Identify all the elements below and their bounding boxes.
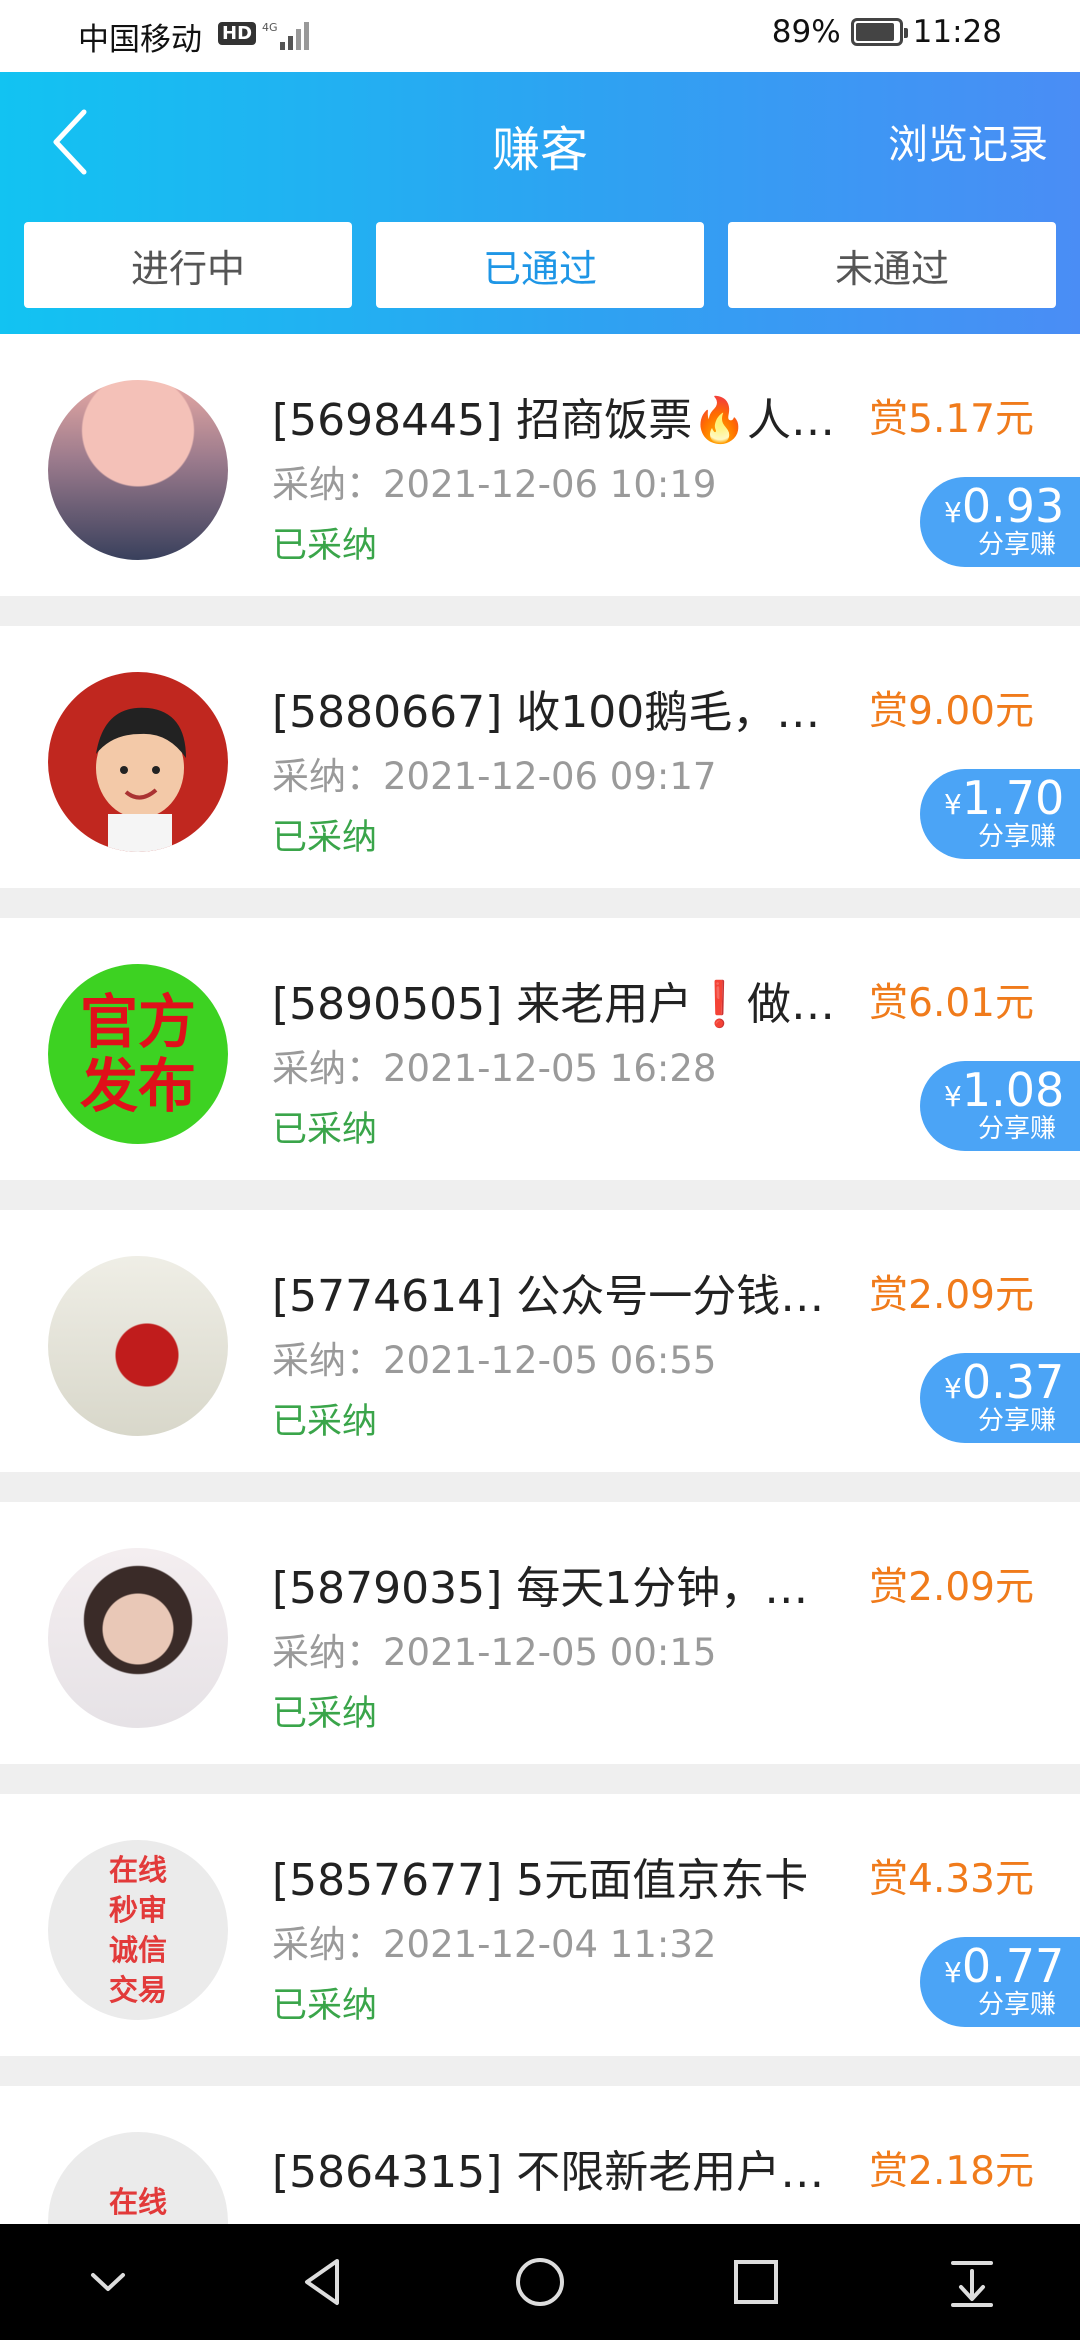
list-item[interactable]: 在线 秒审 诚信 交易 [5857677] 5元面值京东卡 采纳：2021-12… (0, 1794, 1080, 2056)
status-label: 已采纳 (272, 1986, 378, 2026)
share-earn-button[interactable]: ¥1.08 分享赚 (920, 1061, 1080, 1151)
signal-icon: 4G (262, 21, 309, 50)
browse-history-link[interactable]: 浏览记录 (888, 112, 1048, 170)
download-icon[interactable] (937, 2247, 1007, 2317)
status-bar: 中国移动 HD 4G 89% 11:28 (0, 0, 1080, 72)
share-earn-button[interactable]: ¥0.77 分享赚 (920, 1937, 1080, 2027)
cartoon-avatar-icon (96, 707, 186, 852)
status-right: 89% 11:28 (772, 14, 1002, 50)
tab-rejected[interactable]: 未通过 (728, 222, 1056, 308)
currency-symbol: ¥ (944, 1372, 962, 1405)
status-label: 已采纳 (272, 1110, 378, 1150)
svg-text:4G: 4G (262, 21, 278, 34)
task-title: [5864315] 不限新老用户… (272, 2147, 825, 2198)
currency-symbol: ¥ (944, 1956, 962, 1989)
status-label: 已采纳 (272, 526, 378, 566)
avatar-text: 在线 (108, 1853, 167, 1887)
list-item[interactable]: 官方 发布 [5890505] 来老用户❗做… 采纳：2021-12-05 16… (0, 918, 1080, 1180)
top-header: 赚客 浏览记录 进行中 已通过 未通过 (0, 72, 1080, 334)
status-label: 已采纳 (272, 1694, 378, 1734)
reward-amount: 赏6.01元 (869, 981, 1034, 1026)
share-earn-button[interactable]: ¥0.93 分享赚 (920, 477, 1080, 567)
avatar: 官方 发布 (48, 964, 228, 1144)
task-title: [5857677] 5元面值京东卡 (272, 1855, 809, 1906)
system-nav-bar (0, 2224, 1080, 2340)
tab-approved[interactable]: 已通过 (376, 222, 704, 308)
avatar-text: 交易 (108, 1973, 167, 2007)
avatar (48, 1548, 228, 1728)
task-list: [5698445] 招商饭票🔥人… 采纳：2021-12-06 10:19 已采… (0, 334, 1080, 2340)
task-title: [5774614] 公众号一分钱… (272, 1271, 825, 1322)
avatar (48, 380, 228, 560)
share-label: 分享赚 (977, 822, 1056, 852)
reward-amount: 赏2.09元 (869, 1565, 1034, 1610)
share-label: 分享赚 (977, 530, 1056, 560)
accept-time: 采纳：2021-12-05 06:55 (272, 1339, 717, 1382)
currency-symbol: ¥ (944, 1080, 962, 1113)
share-label: 分享赚 (977, 1114, 1056, 1144)
status-label: 已采纳 (272, 1402, 378, 1442)
accept-time: 采纳：2021-12-06 10:19 (272, 463, 717, 506)
avatar-text: 官方 (79, 988, 196, 1056)
task-title: [5879035] 每天1分钟，… (272, 1563, 809, 1614)
avatar-text: 在线 (108, 2185, 167, 2219)
currency-symbol: ¥ (944, 788, 962, 821)
accept-time: 采纳：2021-12-05 00:15 (272, 1631, 717, 1674)
status-tabs: 进行中 已通过 未通过 (24, 222, 1056, 308)
accept-time: 采纳：2021-12-06 09:17 (272, 755, 717, 798)
reward-amount: 赏4.33元 (869, 1857, 1034, 1902)
avatar: 在线 秒审 诚信 交易 (48, 1840, 228, 2020)
avatar (48, 672, 228, 852)
battery-percent: 89% (771, 14, 841, 50)
list-item[interactable]: [5774614] 公众号一分钱… 采纳：2021-12-05 06:55 已采… (0, 1210, 1080, 1472)
accept-time: 采纳：2021-12-04 11:32 (272, 1923, 717, 1966)
list-item[interactable]: [5698445] 招商饭票🔥人… 采纳：2021-12-06 10:19 已采… (0, 334, 1080, 596)
avatar-text: 发布 (79, 1052, 196, 1120)
share-earn-button[interactable]: ¥1.70 分享赚 (920, 769, 1080, 859)
reward-amount: 赏9.00元 (869, 689, 1034, 734)
list-item[interactable]: [5880667] 收100鹅毛，… 采纳：2021-12-06 09:17 已… (0, 626, 1080, 888)
recent-square-icon[interactable] (721, 2247, 791, 2317)
task-title: [5890505] 来老用户❗做… (272, 979, 836, 1030)
hd-badge: HD (218, 22, 257, 45)
status-label: 已采纳 (272, 818, 378, 858)
back-triangle-icon[interactable] (289, 2247, 359, 2317)
share-earn-button[interactable]: ¥0.37 分享赚 (920, 1353, 1080, 1443)
reward-amount: 赏2.09元 (869, 1273, 1034, 1318)
carrier-name: 中国移动 (78, 22, 202, 58)
avatar (48, 1256, 228, 1436)
currency-symbol: ¥ (944, 496, 962, 529)
share-label: 分享赚 (977, 1406, 1056, 1436)
home-circle-icon[interactable] (505, 2247, 575, 2317)
tab-in-progress[interactable]: 进行中 (24, 222, 352, 308)
share-label: 分享赚 (977, 1990, 1056, 2020)
avatar-text: 秒审 (108, 1893, 167, 1927)
reward-amount: 赏5.17元 (869, 397, 1034, 442)
battery-icon (850, 18, 908, 46)
collapse-icon[interactable] (73, 2247, 143, 2317)
task-title: [5880667] 收100鹅毛，… (272, 687, 821, 738)
list-item[interactable]: [5879035] 每天1分钟，… 采纳：2021-12-05 00:15 已采… (0, 1502, 1080, 1764)
clock: 11:28 (912, 14, 1002, 50)
reward-amount: 赏2.18元 (869, 2149, 1034, 2194)
accept-time: 采纳：2021-12-05 16:28 (272, 1047, 717, 1090)
avatar-text: 诚信 (108, 1933, 167, 1967)
task-title: [5698445] 招商饭票🔥人… (272, 395, 836, 446)
